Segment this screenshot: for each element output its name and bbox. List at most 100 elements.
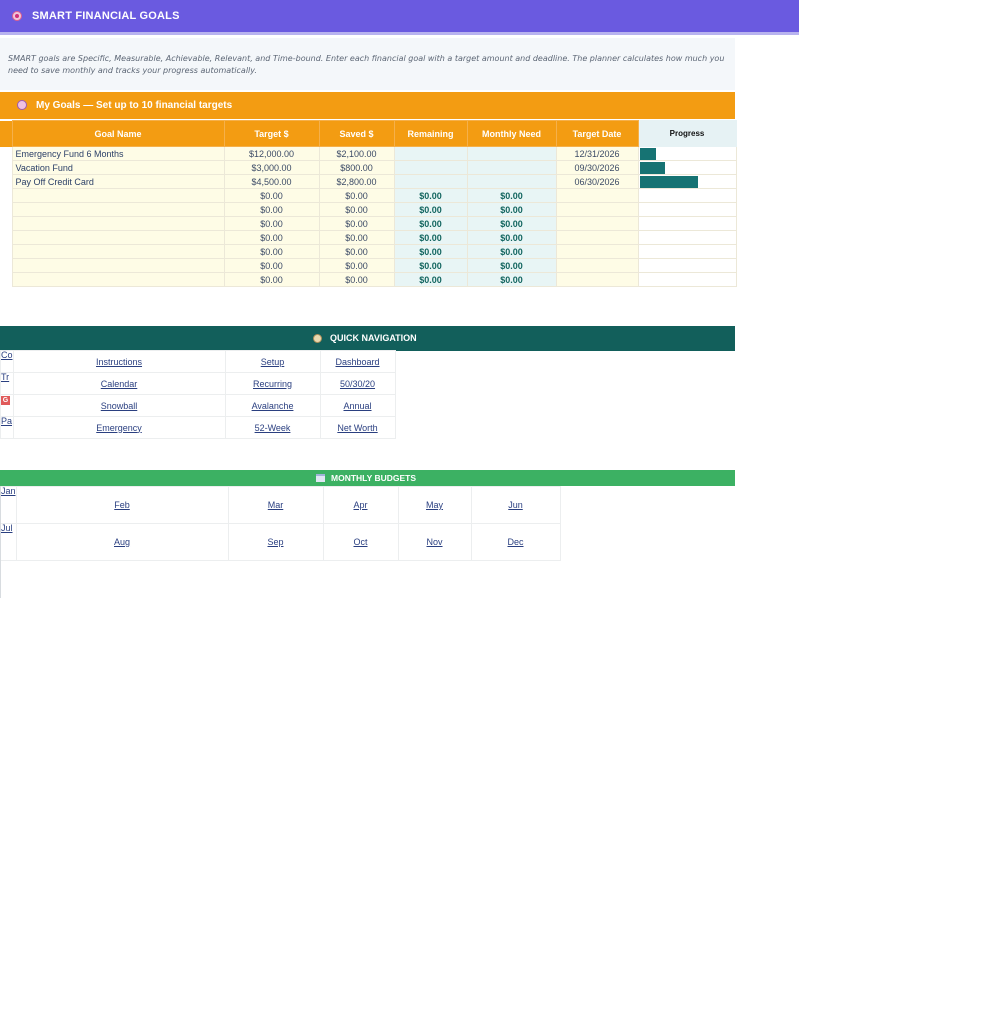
nav-side-label[interactable]: Tr <box>0 372 14 395</box>
goal-name-cell[interactable] <box>11 188 225 203</box>
monthly-need-cell <box>466 160 557 175</box>
nav-cell: Dashboard <box>319 350 396 373</box>
nav-side-badge[interactable]: G <box>1 396 10 405</box>
month-side-link[interactable]: Jul <box>0 523 17 561</box>
month-link[interactable]: Jun <box>508 500 523 510</box>
progress-bar <box>639 176 698 188</box>
month-link[interactable]: May <box>426 500 443 510</box>
nav-link[interactable]: Instructions <box>96 357 142 367</box>
nav-side-label[interactable]: Pa <box>0 416 14 439</box>
progress-cell <box>637 272 737 287</box>
quick-nav-header: QUICK NAVIGATION <box>0 326 735 351</box>
month-link[interactable]: Apr <box>354 500 368 510</box>
goal-name-cell[interactable] <box>11 202 225 217</box>
goal-name-cell[interactable] <box>11 216 225 231</box>
target-date-cell[interactable]: 09/30/2026 <box>555 160 639 175</box>
nav-side-label[interactable]: Co <box>0 350 14 373</box>
month-link[interactable]: Aug <box>114 537 130 547</box>
nav-link[interactable]: Setup <box>261 357 285 367</box>
target-date-cell[interactable] <box>555 230 639 245</box>
col-target-date: Target Date <box>555 120 639 147</box>
header-spacer <box>0 120 12 147</box>
month-link[interactable]: Feb <box>114 500 130 510</box>
nav-link[interactable]: Annual <box>344 401 372 411</box>
saved-cell[interactable]: $0.00 <box>318 216 395 231</box>
target-cell[interactable]: $0.00 <box>223 244 320 259</box>
goal-name-cell[interactable] <box>11 244 225 259</box>
grid-edge-line <box>0 486 1 598</box>
nav-link[interactable]: 52-Week <box>255 423 291 433</box>
target-date-cell[interactable] <box>555 216 639 231</box>
nav-link[interactable]: Recurring <box>253 379 292 389</box>
saved-cell[interactable]: $0.00 <box>318 188 395 203</box>
target-date-cell[interactable]: 12/31/2026 <box>555 146 639 161</box>
saved-cell[interactable]: $0.00 <box>318 202 395 217</box>
saved-cell[interactable]: $0.00 <box>318 258 395 273</box>
remaining-cell: $0.00 <box>393 216 468 231</box>
nav-cell: Emergency <box>12 416 226 439</box>
remaining-cell: $0.00 <box>393 272 468 287</box>
col-target: Target $ <box>223 120 320 147</box>
saved-cell[interactable]: $0.00 <box>318 230 395 245</box>
target-cell[interactable]: $0.00 <box>223 272 320 287</box>
goal-name-cell[interactable]: Vacation Fund <box>11 160 225 175</box>
target-date-cell[interactable] <box>555 202 639 217</box>
row-spacer <box>0 258 12 273</box>
target-cell[interactable]: $0.00 <box>223 202 320 217</box>
nav-link[interactable]: Net Worth <box>337 423 377 433</box>
target-cell[interactable]: $0.00 <box>223 258 320 273</box>
month-cell: May <box>397 486 472 524</box>
saved-cell[interactable]: $2,100.00 <box>318 146 395 161</box>
month-row: Jan Feb Mar Apr May Jun <box>0 486 561 524</box>
target-cell[interactable]: $0.00 <box>223 216 320 231</box>
saved-cell[interactable]: $0.00 <box>318 272 395 287</box>
month-link[interactable]: Oct <box>354 537 368 547</box>
month-link[interactable]: Mar <box>268 500 284 510</box>
nav-side-label[interactable]: G <box>0 394 14 417</box>
target-cell[interactable]: $0.00 <box>223 230 320 245</box>
goal-name-cell[interactable]: Emergency Fund 6 Months <box>11 146 225 161</box>
nav-link[interactable]: Avalanche <box>252 401 294 411</box>
nav-link[interactable]: Snowball <box>101 401 138 411</box>
nav-link[interactable]: Emergency <box>96 423 142 433</box>
col-monthly-need: Monthly Need <box>466 120 557 147</box>
month-link[interactable]: Nov <box>427 537 443 547</box>
progress-cell <box>637 146 737 161</box>
nav-link[interactable]: Calendar <box>101 379 138 389</box>
goals-table-header: Goal Name Target $ Saved $ Remaining Mon… <box>0 120 737 147</box>
row-spacer <box>0 202 12 217</box>
nav-row: Tr Calendar Recurring 50/30/20 <box>0 372 396 395</box>
saved-cell[interactable]: $2,800.00 <box>318 174 395 189</box>
target-date-cell[interactable] <box>555 258 639 273</box>
nav-cell: Avalanche <box>224 394 321 417</box>
goals-section-header: My Goals — Set up to 10 financial target… <box>0 92 735 119</box>
goal-name-cell[interactable]: Pay Off Credit Card <box>11 174 225 189</box>
target-cell[interactable]: $4,500.00 <box>223 174 320 189</box>
row-spacer <box>0 160 12 175</box>
table-row: $0.00 $0.00 $0.00 $0.00 <box>0 244 737 259</box>
nav-cell: Recurring <box>224 372 321 395</box>
saved-cell[interactable]: $800.00 <box>318 160 395 175</box>
month-side-link[interactable]: Jan <box>0 486 17 524</box>
target-date-cell[interactable]: 06/30/2026 <box>555 174 639 189</box>
saved-cell[interactable]: $0.00 <box>318 244 395 259</box>
target-date-cell[interactable] <box>555 244 639 259</box>
monthly-need-cell: $0.00 <box>466 216 557 231</box>
target-cell[interactable]: $12,000.00 <box>223 146 320 161</box>
goal-name-cell[interactable] <box>11 272 225 287</box>
target-cell[interactable]: $3,000.00 <box>223 160 320 175</box>
month-link[interactable]: Dec <box>508 537 524 547</box>
target-cell[interactable]: $0.00 <box>223 188 320 203</box>
target-icon <box>12 11 22 21</box>
calendar-icon <box>316 474 325 482</box>
table-row: $0.00 $0.00 $0.00 $0.00 <box>0 202 737 217</box>
nav-link[interactable]: 50/30/20 <box>340 379 375 389</box>
target-date-cell[interactable] <box>555 272 639 287</box>
nav-link[interactable]: Dashboard <box>336 357 380 367</box>
goal-name-cell[interactable] <box>11 230 225 245</box>
col-goal-name: Goal Name <box>11 120 225 147</box>
row-spacer <box>0 230 12 245</box>
target-date-cell[interactable] <box>555 188 639 203</box>
month-link[interactable]: Sep <box>268 537 284 547</box>
goal-name-cell[interactable] <box>11 258 225 273</box>
